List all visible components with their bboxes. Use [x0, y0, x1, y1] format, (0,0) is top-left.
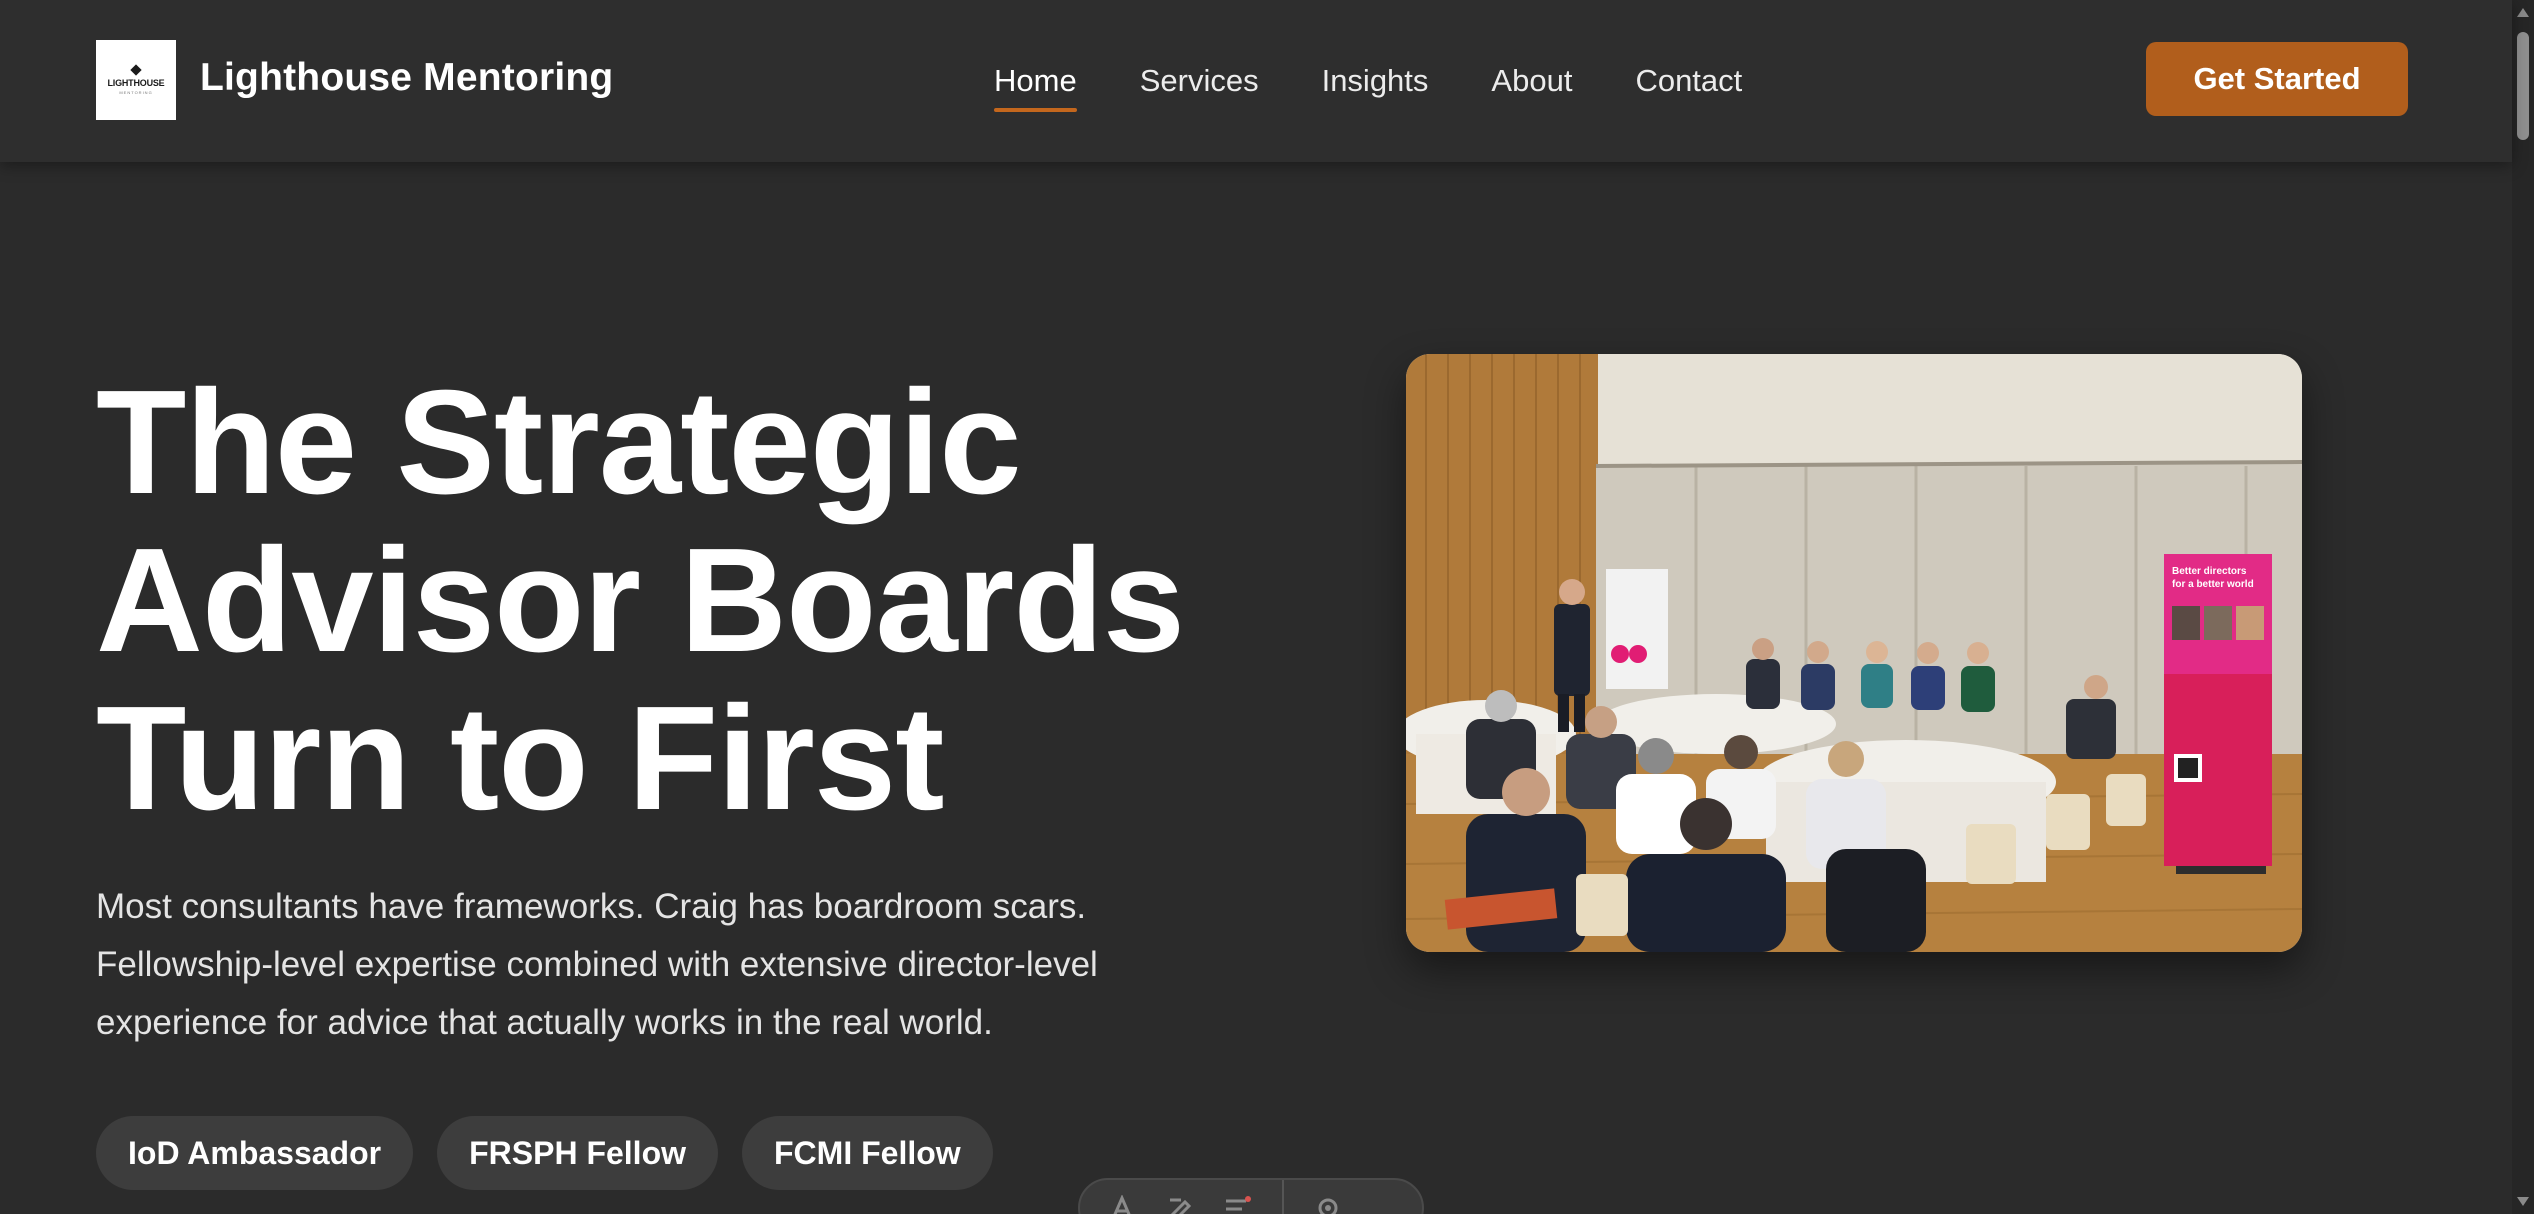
hero-title-line: Advisor Boards: [96, 518, 1185, 683]
badge-fcmi-fellow: FCMI Fellow: [742, 1116, 993, 1190]
badge-frsph-fellow: FRSPH Fellow: [437, 1116, 718, 1190]
banner-line-2: for a better world: [2172, 579, 2254, 590]
nav-home[interactable]: Home: [994, 58, 1077, 112]
nav-contact[interactable]: Contact: [1635, 58, 1742, 108]
event-photo-illustration: Better directors for a better world: [1406, 354, 2302, 952]
logo-subword: MENTORING: [119, 90, 153, 95]
toolbar-divider: [1282, 1180, 1284, 1214]
banner-line-1: Better directors: [2172, 566, 2247, 577]
credential-badges: IoD Ambassador FRSPH Fellow FCMI Fellow: [96, 1116, 993, 1190]
site-header: LIGHTHOUSE MENTORING Lighthouse Mentorin…: [0, 0, 2512, 162]
settings-icon[interactable]: [1314, 1194, 1342, 1214]
badge-iod-ambassador: IoD Ambassador: [96, 1116, 414, 1190]
get-started-button[interactable]: Get Started: [2146, 42, 2408, 116]
logo-word: LIGHTHOUSE: [107, 78, 165, 88]
scroll-up-arrow-icon[interactable]: [2517, 8, 2529, 17]
scroll-thumb[interactable]: [2517, 32, 2529, 140]
lines-icon[interactable]: [1224, 1194, 1252, 1214]
scroll-down-arrow-icon[interactable]: [2517, 1197, 2529, 1206]
main-nav: Home Services Insights About Contact: [994, 58, 1742, 112]
nav-about[interactable]: About: [1491, 58, 1572, 108]
text-icon[interactable]: [1108, 1194, 1136, 1214]
hero-subtitle: Most consultants have frameworks. Craig …: [96, 887, 1098, 1042]
pen-icon[interactable]: [1166, 1194, 1194, 1214]
hero-title: The Strategic Advisor Boards Turn to Fir…: [96, 364, 1296, 838]
page-scrollbar[interactable]: [2512, 0, 2534, 1214]
hero-event-photo: Better directors for a better world: [1406, 354, 2302, 952]
brand-name[interactable]: Lighthouse Mentoring: [200, 56, 613, 100]
nav-services[interactable]: Services: [1140, 58, 1259, 108]
nav-insights[interactable]: Insights: [1322, 58, 1429, 108]
hero-title-line: The Strategic: [96, 360, 1022, 525]
logo[interactable]: LIGHTHOUSE MENTORING: [96, 40, 176, 120]
lighthouse-icon: [131, 65, 141, 75]
floating-toolbar: [1078, 1178, 1424, 1214]
hero-title-line: Turn to First: [96, 676, 944, 841]
